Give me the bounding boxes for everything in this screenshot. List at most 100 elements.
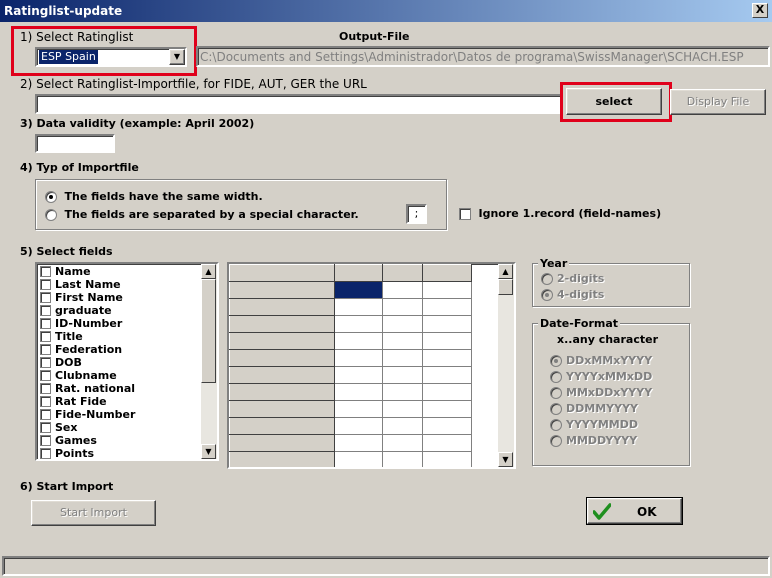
separator-input[interactable]: ;	[406, 204, 427, 224]
option-separated[interactable]: The fields are separated by a special ch…	[45, 208, 359, 221]
grid-cell[interactable]	[229, 349, 335, 367]
data-validity-input[interactable]	[35, 134, 115, 153]
grid-cell[interactable]	[382, 451, 423, 467]
radio-same-width[interactable]	[45, 191, 57, 203]
radio-button[interactable]	[550, 371, 562, 383]
grid-cell[interactable]	[229, 451, 335, 467]
radio-button[interactable]	[541, 273, 553, 285]
grid-cell[interactable]	[422, 366, 472, 384]
grid-cell[interactable]	[422, 315, 472, 333]
grid-cell[interactable]	[382, 315, 423, 333]
grid-cell[interactable]	[334, 332, 383, 350]
field-item[interactable]: DOB	[39, 356, 135, 369]
field-checkbox[interactable]	[40, 435, 51, 446]
field-checkbox[interactable]	[40, 448, 51, 459]
field-checkbox[interactable]	[40, 370, 51, 381]
radio-option[interactable]: MMxDDxYYYY	[550, 386, 652, 402]
grid-cell[interactable]	[422, 383, 472, 401]
fields-scrollbar[interactable]: ▲ ▼	[201, 264, 217, 459]
grid-cell[interactable]	[334, 366, 383, 384]
grid-cell[interactable]	[334, 349, 383, 367]
radio-button[interactable]	[550, 355, 562, 367]
grid-scroll-up-icon[interactable]: ▲	[498, 264, 513, 279]
radio-option[interactable]: 2-digits	[541, 272, 604, 288]
field-checkbox[interactable]	[40, 357, 51, 368]
grid-cell[interactable]	[382, 349, 423, 367]
field-item[interactable]: Last Name	[39, 278, 135, 291]
field-checkbox[interactable]	[40, 383, 51, 394]
grid-cell[interactable]	[422, 349, 472, 367]
start-import-button[interactable]: Start Import	[31, 500, 156, 526]
display-file-button[interactable]: Display File	[670, 89, 766, 115]
grid-cell[interactable]	[334, 400, 383, 418]
grid-cell[interactable]	[229, 315, 335, 333]
radio-option[interactable]: MMDDYYYY	[550, 434, 652, 450]
field-item[interactable]: Rat. national	[39, 382, 135, 395]
field-item[interactable]: Points	[39, 447, 135, 459]
grid-row[interactable]	[229, 434, 472, 452]
radio-button[interactable]	[550, 403, 562, 415]
field-item[interactable]: Games	[39, 434, 135, 447]
field-checkbox[interactable]	[40, 409, 51, 420]
field-mapping-grid[interactable]: ▲ ▼	[227, 262, 516, 469]
radio-option[interactable]: DDMMYYYY	[550, 402, 652, 418]
field-item[interactable]: Clubname	[39, 369, 135, 382]
grid-cell[interactable]	[422, 298, 472, 316]
field-item[interactable]: ID-Number	[39, 317, 135, 330]
grid-cell[interactable]	[334, 264, 383, 282]
radio-button[interactable]	[550, 435, 562, 447]
field-checkbox[interactable]	[40, 318, 51, 329]
radio-option[interactable]: YYYYxMMxDD	[550, 370, 652, 386]
radio-button[interactable]	[550, 387, 562, 399]
importfile-input[interactable]	[35, 94, 563, 114]
grid-row[interactable]	[229, 281, 472, 299]
grid-cell[interactable]	[422, 264, 472, 282]
grid-cell[interactable]	[382, 298, 423, 316]
grid-cell[interactable]	[422, 400, 472, 418]
grid-cell[interactable]	[229, 434, 335, 452]
radio-option[interactable]: 4-digits	[541, 288, 604, 304]
grid-cell[interactable]	[229, 298, 335, 316]
ratinglist-select[interactable]: ESP Spain ▼	[35, 47, 187, 67]
grid-cell[interactable]	[334, 298, 383, 316]
grid-row[interactable]	[229, 400, 472, 418]
triangle-down-icon[interactable]: ▼	[169, 49, 185, 65]
field-item[interactable]: Rat Fide	[39, 395, 135, 408]
grid-cell[interactable]	[422, 417, 472, 435]
radio-option[interactable]: DDxMMxYYYY	[550, 354, 652, 370]
field-item[interactable]: Federation	[39, 343, 135, 356]
grid-row[interactable]	[229, 315, 472, 333]
grid-cell[interactable]	[229, 332, 335, 350]
scroll-thumb[interactable]	[201, 279, 216, 383]
grid-cell[interactable]	[382, 366, 423, 384]
grid-row[interactable]	[229, 366, 472, 384]
grid-cell[interactable]	[422, 451, 472, 467]
ok-button[interactable]: OK	[586, 497, 683, 525]
field-checkbox[interactable]	[40, 344, 51, 355]
grid-cell[interactable]	[334, 383, 383, 401]
grid-cell[interactable]	[382, 400, 423, 418]
grid-cell[interactable]	[229, 417, 335, 435]
grid-scrollbar[interactable]: ▲ ▼	[498, 264, 514, 467]
grid-cell[interactable]	[334, 434, 383, 452]
radio-option[interactable]: YYYYMMDD	[550, 418, 652, 434]
grid-cell[interactable]	[334, 417, 383, 435]
grid-cell[interactable]	[422, 434, 472, 452]
grid-scroll-thumb[interactable]	[498, 279, 513, 295]
grid-cell[interactable]	[229, 264, 335, 282]
field-checkbox[interactable]	[40, 331, 51, 342]
grid-cell[interactable]	[334, 281, 383, 299]
field-item[interactable]: Title	[39, 330, 135, 343]
scroll-down-icon[interactable]: ▼	[201, 444, 216, 459]
field-checkbox[interactable]	[40, 292, 51, 303]
scroll-up-icon[interactable]: ▲	[201, 264, 216, 279]
grid-cell[interactable]	[382, 281, 423, 299]
option-same-width[interactable]: The fields have the same width.	[45, 190, 263, 203]
field-checkbox[interactable]	[40, 279, 51, 290]
field-item[interactable]: Fide-Number	[39, 408, 135, 421]
grid-row[interactable]	[229, 332, 472, 350]
ignore-first-record-checkbox[interactable]	[459, 208, 471, 220]
radio-button[interactable]	[541, 289, 553, 301]
grid-cell[interactable]	[422, 332, 472, 350]
field-checkbox[interactable]	[40, 396, 51, 407]
